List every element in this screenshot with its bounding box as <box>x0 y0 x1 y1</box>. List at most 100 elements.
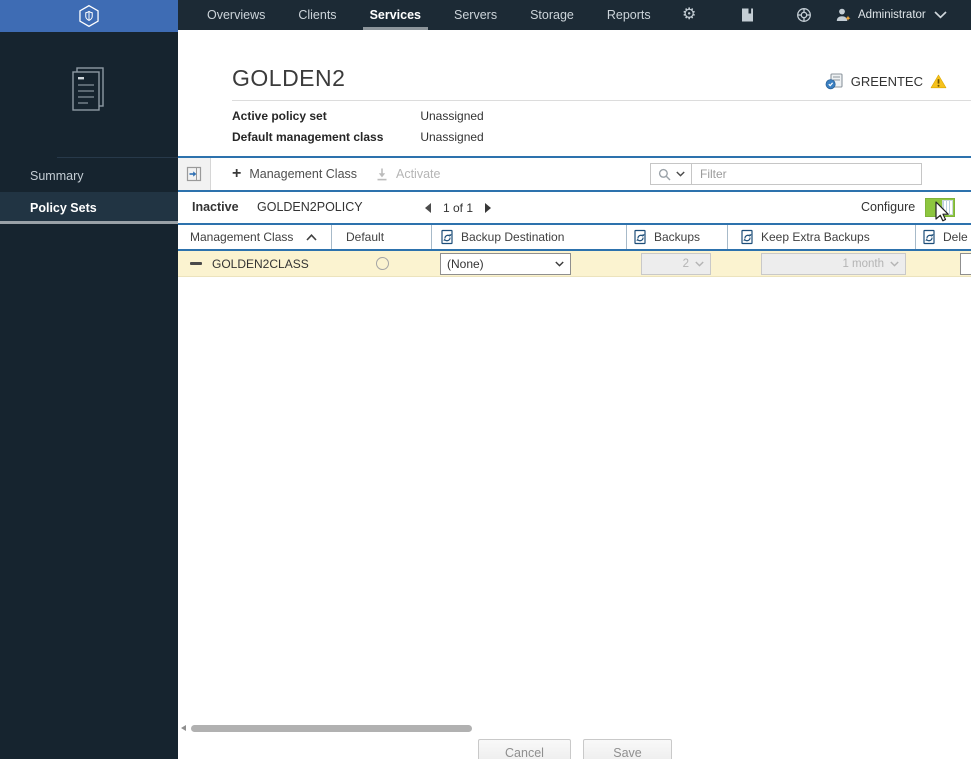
column-label: Default <box>346 230 385 244</box>
backup-sync-icon <box>922 229 937 245</box>
delete-select[interactable] <box>960 252 971 275</box>
column-backup-destination[interactable]: Backup Destination <box>432 225 627 249</box>
plus-icon: + <box>232 165 242 182</box>
save-button[interactable]: Save <box>583 739 672 759</box>
configure-label: Configure <box>861 200 916 214</box>
app-window: Overviews Clients Services Servers Stora… <box>0 0 971 759</box>
warning-icon[interactable] <box>930 74 947 89</box>
user-name: Administrator <box>858 9 926 21</box>
cell-backup-destination: (None) <box>432 251 627 276</box>
field-value: Unassigned <box>420 130 484 144</box>
header-divider <box>232 100 971 101</box>
policy-pager: 1 of 1 <box>425 192 492 223</box>
backup-sync-icon <box>440 229 455 245</box>
cell-delete <box>916 251 971 276</box>
remove-row-icon[interactable] <box>190 262 202 265</box>
column-label: Dele <box>943 230 968 244</box>
nav-services[interactable]: Services <box>362 0 429 30</box>
nav-storage[interactable]: Storage <box>530 0 574 30</box>
policy-status: Inactive <box>192 200 239 214</box>
filter-input[interactable] <box>691 163 922 185</box>
column-label: Backup Destination <box>461 230 565 244</box>
activate-button[interactable]: Activate <box>376 158 440 190</box>
primary-nav: Overviews Clients Services Servers Stora… <box>178 0 651 30</box>
policy-document-icon <box>68 65 110 122</box>
toggle-handle[interactable] <box>942 200 953 215</box>
column-management-class[interactable]: Management Class <box>178 225 332 249</box>
active-policy-set-row: Active policy set Unassigned <box>232 109 484 123</box>
nav-overviews[interactable]: Overviews <box>207 0 265 30</box>
open-panel-button[interactable] <box>178 158 211 190</box>
open-panel-icon <box>186 166 202 182</box>
nav-servers[interactable]: Servers <box>454 0 497 30</box>
chevron-down-icon <box>675 171 685 177</box>
cancel-button[interactable]: Cancel <box>478 739 571 759</box>
cell-backups: 2 <box>627 251 728 276</box>
column-label: Management Class <box>190 230 294 244</box>
column-backups[interactable]: Backups <box>627 225 728 249</box>
cell-default <box>332 251 432 276</box>
chevron-down-icon <box>695 260 704 267</box>
hexagon-shield-icon <box>79 4 99 28</box>
column-default[interactable]: Default <box>332 225 432 249</box>
cell-management-class: GOLDEN2CLASS <box>178 251 332 276</box>
chevron-down-icon <box>890 260 899 267</box>
add-management-class-label: Management Class <box>249 167 358 181</box>
column-label: Keep Extra Backups <box>761 230 870 244</box>
scrollbar-thumb[interactable] <box>191 725 472 732</box>
management-class-name: GOLDEN2CLASS <box>212 256 309 271</box>
pager-label: 1 of 1 <box>443 200 474 215</box>
sort-asc-icon <box>306 233 317 241</box>
column-label: Backups <box>654 230 701 244</box>
main-content: GOLDEN2 GREENTEC Active policy set Unass… <box>178 30 971 759</box>
brand-logo[interactable] <box>0 0 178 32</box>
pager-prev-icon[interactable] <box>425 202 431 213</box>
person-icon <box>836 8 851 21</box>
user-menu[interactable]: Administrator <box>835 0 926 30</box>
configure-toggle[interactable] <box>925 198 955 217</box>
table-header: Management Class Default Backup Destinat… <box>178 225 971 251</box>
sidebar-divider <box>57 157 178 158</box>
backup-destination-select[interactable]: (None) <box>440 252 571 275</box>
default-radio[interactable] <box>375 257 389 270</box>
backups-select-disabled: 2 <box>641 252 711 275</box>
nav-reports[interactable]: Reports <box>607 0 651 30</box>
server-name[interactable]: GREENTEC <box>851 74 923 89</box>
server-chip: GREENTEC <box>825 72 947 91</box>
search-options-button[interactable] <box>650 163 692 185</box>
chevron-down-icon[interactable] <box>934 0 947 30</box>
field-label: Default management class <box>232 130 384 144</box>
chevron-down-icon <box>555 260 564 267</box>
cell-keep-extra-backups: 1 month <box>728 251 916 276</box>
nav-clients[interactable]: Clients <box>298 0 336 30</box>
scroll-left-icon[interactable] <box>181 725 186 731</box>
page-title: GOLDEN2 <box>232 65 346 91</box>
activate-icon <box>377 168 387 181</box>
toolbar: + Management Class Activate <box>178 158 971 190</box>
sidebar-item-summary[interactable]: Summary <box>0 160 178 192</box>
selected-value: 1 month <box>842 257 884 270</box>
default-management-class-row: Default management class Unassigned <box>232 130 484 144</box>
activate-label: Activate <box>396 167 441 181</box>
sidebar-item-policy-sets[interactable]: Policy Sets <box>0 192 178 224</box>
gear-icon[interactable]: ⚙ <box>682 0 696 30</box>
search-icon <box>658 168 670 180</box>
selected-value: (None) <box>447 256 484 271</box>
sidebar: Summary Policy Sets <box>0 32 178 759</box>
policy-set-bar: Inactive GOLDEN2POLICY 1 of 1 Configure <box>178 192 971 223</box>
keep-extra-backups-select-disabled: 1 month <box>761 252 906 275</box>
book-icon[interactable] <box>741 0 754 30</box>
add-management-class-button[interactable]: + Management Class <box>232 158 357 190</box>
column-delete[interactable]: Dele <box>916 225 971 249</box>
backup-sync-icon <box>740 229 755 245</box>
selected-value: 2 <box>682 257 689 270</box>
policy-name: GOLDEN2POLICY <box>257 200 363 214</box>
table-row: GOLDEN2CLASS (None) 2 1 month <box>178 251 971 277</box>
field-label: Active policy set <box>232 109 327 123</box>
horizontal-scrollbar <box>178 724 971 733</box>
pager-next-icon[interactable] <box>485 202 492 213</box>
field-value: Unassigned <box>420 109 484 123</box>
backup-sync-icon <box>633 229 648 245</box>
column-keep-extra-backups[interactable]: Keep Extra Backups <box>728 225 916 249</box>
help-icon[interactable] <box>796 0 812 30</box>
